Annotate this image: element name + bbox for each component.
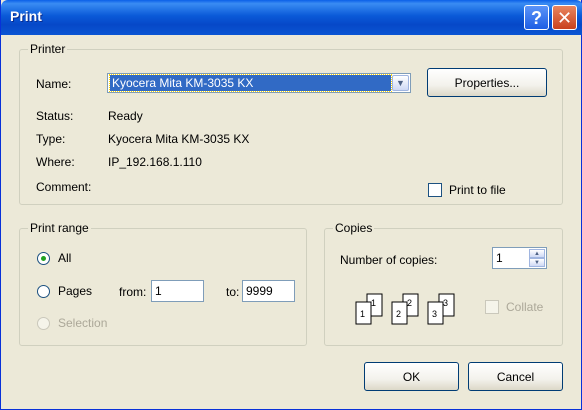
collate-label[interactable]: Collate xyxy=(506,300,543,314)
ok-button-label: OK xyxy=(402,369,421,384)
printer-name-select[interactable]: Kyocera Mita KM-3035 KX ▼ xyxy=(107,73,411,93)
radio-pages-label[interactable]: Pages xyxy=(58,284,92,298)
print-to-file-label[interactable]: Print to file xyxy=(449,183,506,197)
window-title: Print xyxy=(10,8,42,24)
type-value: Kyocera Mita KM-3035 KX xyxy=(108,132,250,146)
close-button[interactable]: ✕ xyxy=(552,5,577,30)
collate-checkbox[interactable] xyxy=(485,300,499,314)
type-label: Type: xyxy=(36,132,66,146)
title-bar[interactable]: Print ? ✕ xyxy=(1,0,582,35)
status-value: Ready xyxy=(108,109,143,123)
radio-selection-label[interactable]: Selection xyxy=(58,316,107,330)
to-label: to: xyxy=(226,285,240,299)
radio-all[interactable] xyxy=(37,252,50,265)
radio-selected-dot xyxy=(41,256,46,261)
page-number-label: 3 xyxy=(432,309,437,319)
spin-up-icon[interactable]: ▲ xyxy=(529,249,545,258)
help-button[interactable]: ? xyxy=(524,5,549,30)
properties-button[interactable]: Properties... xyxy=(427,68,547,97)
cancel-button-label: Cancel xyxy=(496,369,535,384)
from-label: from: xyxy=(119,285,147,299)
spin-down-icon[interactable]: ▼ xyxy=(529,258,545,267)
radio-pages[interactable] xyxy=(37,285,50,298)
copies-spinner[interactable]: 1 ▲ ▼ xyxy=(492,247,547,269)
print-to-file-checkbox[interactable] xyxy=(428,183,442,197)
from-field[interactable]: 1 xyxy=(151,280,204,302)
page-number-label: 3 xyxy=(443,298,448,308)
copies-value: 1 xyxy=(496,251,503,265)
close-icon: ✕ xyxy=(556,7,573,28)
where-value: IP_192.168.1.110 xyxy=(108,155,202,169)
properties-button-label: Properties... xyxy=(454,75,520,90)
page-number-label: 1 xyxy=(360,309,365,319)
status-label: Status: xyxy=(36,109,74,123)
ok-button[interactable]: OK xyxy=(364,362,459,391)
where-label: Where: xyxy=(36,155,75,169)
collate-pages-icon: 1 1 2 2 3 3 xyxy=(355,293,455,325)
page-number-label: 2 xyxy=(396,309,401,319)
copies-group: Copies xyxy=(324,221,563,346)
printer-name-value: Kyocera Mita KM-3035 KX xyxy=(109,74,392,92)
page-number-label: 2 xyxy=(407,298,412,308)
name-label: Name: xyxy=(36,77,72,91)
number-of-copies-label: Number of copies: xyxy=(340,253,438,267)
radio-selection[interactable] xyxy=(37,317,50,330)
to-field[interactable]: 9999 xyxy=(242,280,295,302)
printer-legend: Printer xyxy=(28,42,68,56)
page-number-label: 1 xyxy=(371,298,376,308)
print-dialog: Print ? ✕ Printer Name: Kyocera Mita KM-… xyxy=(0,0,582,410)
help-icon: ? xyxy=(531,7,542,28)
radio-all-label[interactable]: All xyxy=(58,251,71,265)
comment-label: Comment: xyxy=(36,180,92,194)
cancel-button[interactable]: Cancel xyxy=(468,362,563,391)
copies-legend: Copies xyxy=(333,221,375,235)
chevron-down-icon[interactable]: ▼ xyxy=(392,75,409,91)
print-range-legend: Print range xyxy=(28,221,91,235)
